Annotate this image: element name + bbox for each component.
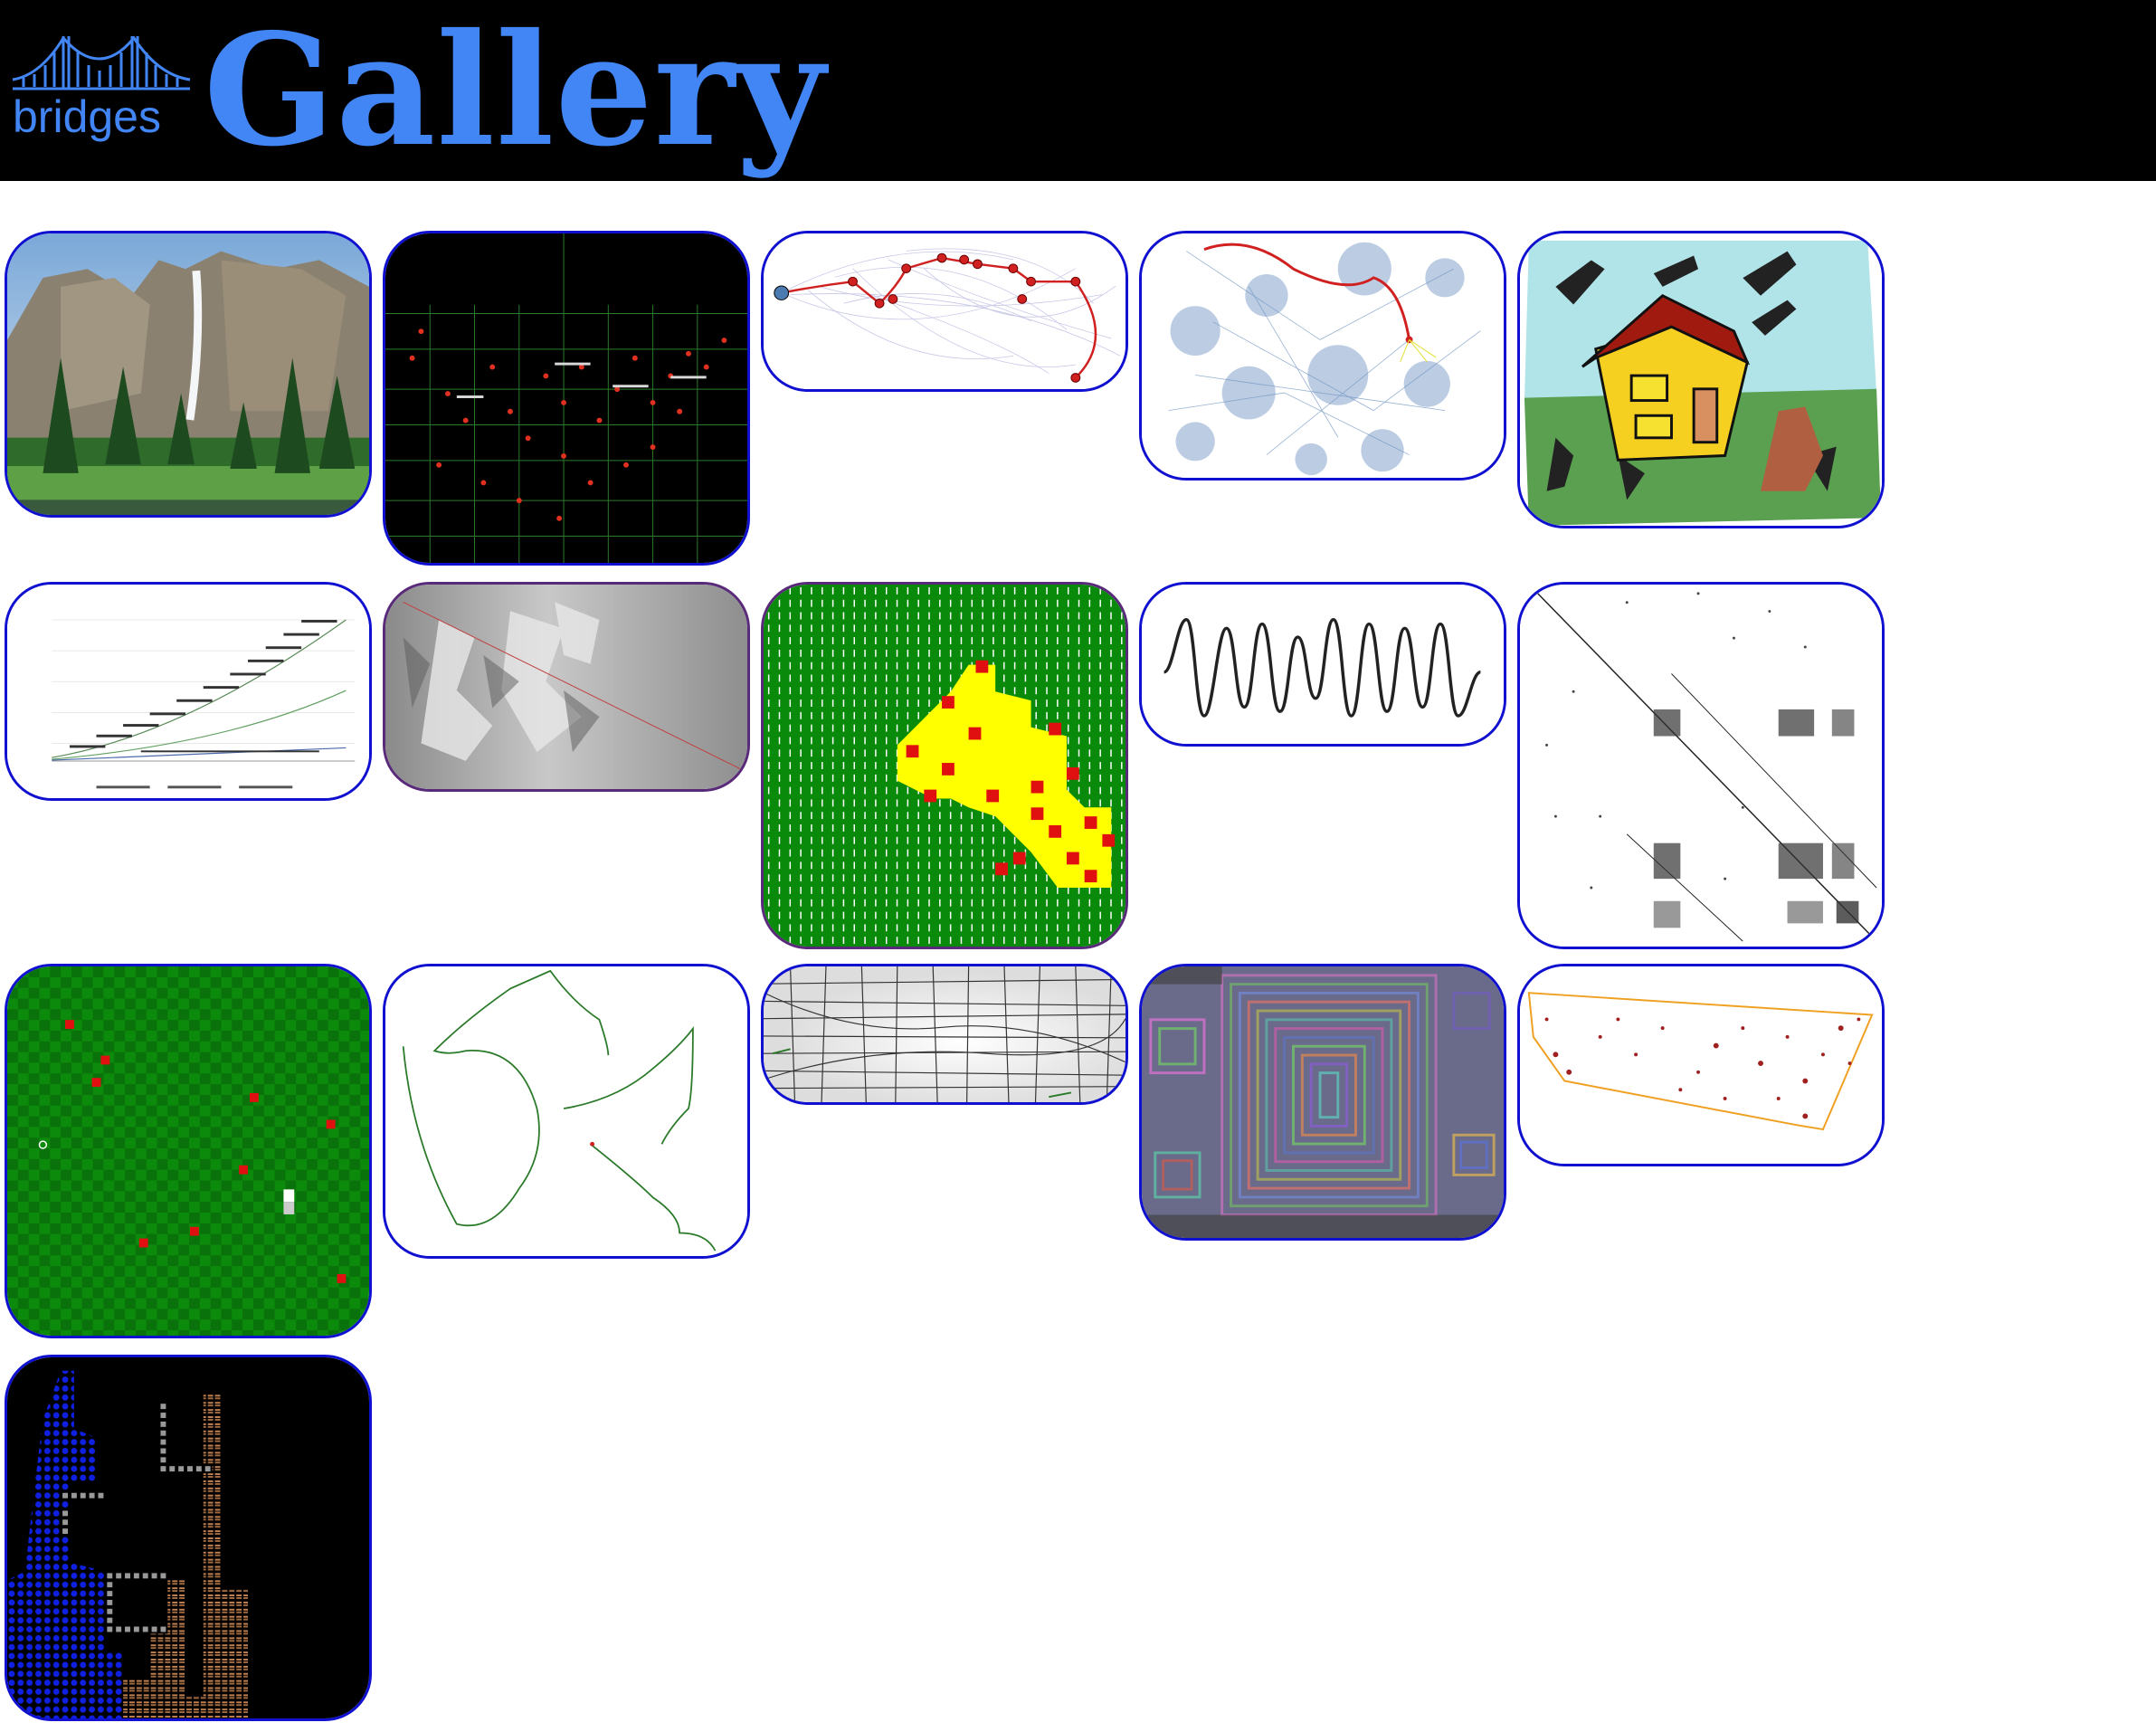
- landscape-photo-icon: [7, 233, 369, 515]
- curve-icon: [385, 966, 747, 1256]
- svg-text:bridges: bridges: [13, 91, 161, 142]
- tile-yosemite-waterfall-image[interactable]: [5, 231, 372, 518]
- tile-convex-hull-cities[interactable]: [1517, 964, 1885, 1166]
- header-bar: bridges Gallery: [0, 0, 2156, 181]
- road-map-icon: [764, 966, 1125, 1102]
- tile-shortest-path-graph[interactable]: [761, 231, 1128, 392]
- elevation-icon: [385, 585, 747, 789]
- tile-falling-sand-game[interactable]: [5, 1355, 372, 1721]
- tile-network-cluster-graph[interactable]: [1139, 231, 1506, 481]
- tile-snake-game-grid[interactable]: [5, 964, 372, 1338]
- grid-game-icon: [764, 585, 1125, 947]
- bridges-logo[interactable]: bridges: [9, 25, 195, 143]
- tile-house-drawing[interactable]: [1517, 231, 1885, 528]
- convex-hull-icon: [1520, 966, 1882, 1164]
- tile-sparse-matrix-plot[interactable]: [1517, 582, 1885, 949]
- tile-us-city-map-night[interactable]: [383, 231, 750, 566]
- tile-osm-road-network[interactable]: [761, 964, 1128, 1105]
- pixel-game-icon: [7, 1357, 369, 1718]
- tile-fractal-curve[interactable]: [383, 964, 750, 1259]
- game-board-icon: [7, 966, 369, 1336]
- graph-icon: [764, 233, 1125, 389]
- drawing-icon: [1520, 233, 1882, 526]
- matrix-icon: [1520, 585, 1882, 947]
- tile-nested-squares-art[interactable]: [1139, 964, 1506, 1241]
- squares-icon: [1142, 966, 1504, 1238]
- page-title: Gallery: [204, 0, 826, 181]
- city-map-icon: [385, 233, 747, 563]
- tile-elevation-map[interactable]: [383, 582, 750, 792]
- tile-audio-waveform[interactable]: [1139, 582, 1506, 747]
- network-icon: [1142, 233, 1504, 478]
- line-chart-icon: [7, 585, 369, 798]
- tile-minesweeper-grid[interactable]: [761, 582, 1128, 949]
- tile-sorting-runtime-chart[interactable]: [5, 582, 372, 801]
- waveform-icon: [1142, 585, 1504, 744]
